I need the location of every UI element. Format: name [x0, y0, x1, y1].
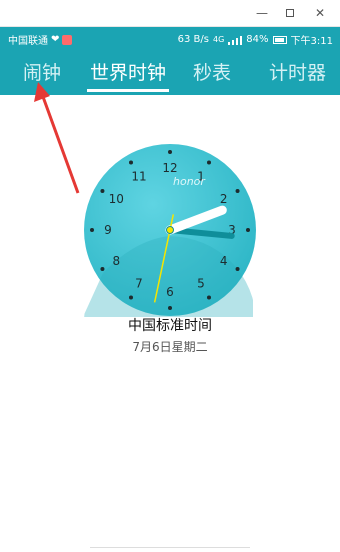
battery-percent: 84% — [246, 34, 269, 45]
clock-number: 10 — [109, 192, 124, 206]
clock-tick — [100, 267, 105, 271]
minimize-icon[interactable]: — — [252, 4, 272, 22]
clock-number: 4 — [220, 254, 228, 268]
timezone-name: 中国标准时间 — [128, 318, 212, 334]
status-time: 下午3:11 — [290, 36, 333, 47]
annotation-arrow — [34, 82, 80, 194]
status-bar: 中国联通 ❤ 63 B/s 4G 84% 下午3:11 — [0, 27, 340, 49]
clock-tick — [129, 295, 133, 300]
clock-tick — [100, 189, 105, 193]
signal-icon — [228, 35, 243, 45]
timezone-date: 7月6日星期二 — [132, 340, 208, 354]
clock-center-pin — [166, 226, 174, 234]
clock-tick — [168, 150, 172, 154]
clock-tick — [235, 189, 240, 193]
tab-world-clock[interactable]: 世界时钟 — [90, 59, 166, 91]
carrier-label: 中国联通 — [8, 36, 48, 47]
analog-clock: 12 1 2 3 4 5 6 7 8 9 10 11 honor — [83, 143, 257, 317]
screen: — ✕ 中国联通 ❤ 63 B/s 4G 84% 下午3:11 闹钟 世界时钟 … — [0, 0, 340, 552]
maximize-icon[interactable] — [280, 4, 300, 22]
tab-timer[interactable]: 计时器 — [269, 59, 326, 91]
brand-logo: honor — [173, 175, 206, 188]
clock-tick — [129, 160, 133, 165]
app-notification-icon — [62, 34, 73, 45]
clock-tick — [207, 160, 211, 165]
clock-number: 7 — [135, 277, 143, 291]
clock-face: 121234567891011 honor — [83, 144, 256, 317]
active-tab-indicator — [87, 89, 169, 92]
close-icon[interactable]: ✕ — [310, 4, 330, 22]
clock-number: 9 — [104, 223, 112, 237]
network-type: 4G — [213, 35, 225, 44]
clock-number: 5 — [197, 277, 205, 291]
clock-number: 8 — [112, 254, 120, 268]
clock-number: 6 — [166, 285, 174, 299]
clock-tick — [90, 228, 94, 232]
clock-tick — [168, 306, 172, 310]
clock-number: 11 — [131, 169, 146, 183]
bottom-toolbar — [90, 547, 250, 552]
clock-tick — [235, 267, 240, 271]
tab-stopwatch[interactable]: 秒表 — [193, 59, 231, 91]
heart-icon: ❤ — [51, 34, 60, 45]
network-speed: 63 B/s — [177, 34, 209, 45]
clock-number: 2 — [220, 192, 228, 206]
clock-tick — [207, 295, 211, 300]
battery-icon — [272, 35, 287, 44]
clock-number: 12 — [162, 161, 177, 175]
clock-tick — [246, 228, 250, 232]
window-title-bar: — ✕ — [0, 0, 340, 27]
